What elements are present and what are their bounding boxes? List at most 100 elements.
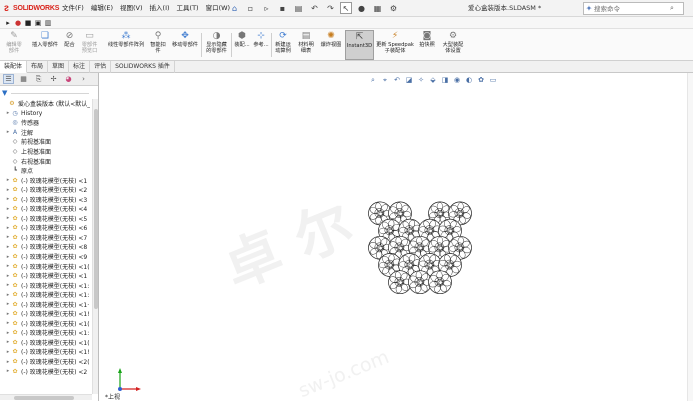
tab-assembly[interactable]: 装配体: [0, 61, 28, 73]
tree-item[interactable]: ▸ ✿ (-) 玫瑰花模型(无枝) <8: [0, 242, 92, 252]
tree-item[interactable]: ▸ ◷ History: [0, 109, 92, 119]
speedpak-button[interactable]: ⚡ 更新 Speedpak 子装配体: [376, 30, 414, 60]
scrollbar-thumb[interactable]: [94, 109, 98, 309]
file-properties-icon[interactable]: ▦: [371, 2, 384, 14]
tab-evaluate[interactable]: 评估: [90, 61, 112, 73]
move-component-button[interactable]: ✥ 移动零部件: [170, 30, 200, 60]
tree-filter[interactable]: ▼: [2, 88, 97, 98]
print-icon[interactable]: ▤: [292, 2, 305, 14]
play-icon[interactable]: ▸: [3, 18, 13, 28]
tree-item[interactable]: ◇ 上视基准面: [0, 147, 92, 157]
tree-item[interactable]: ◇ 前视基准面: [0, 137, 92, 147]
solidworks-logo[interactable]: ᴤ SOLIDWORKS: [4, 3, 59, 14]
tree-item[interactable]: ◎ 传感器: [0, 118, 92, 128]
configuration-manager-tab-icon[interactable]: ⎘: [33, 74, 44, 84]
exploded-view-button[interactable]: ✺ 爆炸视图: [318, 30, 344, 60]
menu-edit[interactable]: 编辑(E): [91, 3, 113, 14]
record-icon[interactable]: ●: [13, 18, 23, 28]
tree-item[interactable]: ▸ ✿ (-) 玫瑰花模型(无枝) <6: [0, 223, 92, 233]
menu-window[interactable]: 窗口(W): [206, 3, 231, 14]
tree-item[interactable]: ┗ 原点: [0, 166, 92, 176]
open-document-icon[interactable]: ▹: [260, 2, 273, 14]
rose-heart-assembly[interactable]: [100, 73, 693, 401]
tree-item-label: 上视基准面: [21, 149, 52, 156]
new-macro-icon[interactable]: ▥: [43, 18, 53, 28]
tree-item[interactable]: ▸ ✿ (-) 玫瑰花模型(无枝) <1·: [0, 299, 92, 309]
dimxpert-tab-icon[interactable]: ✢: [48, 74, 59, 84]
assembly-features-button[interactable]: ⬢ 装配...: [233, 30, 251, 60]
ribbon-separator: [201, 33, 202, 57]
linear-pattern-icon: ⁂: [121, 31, 131, 41]
insert-component-button[interactable]: ❏ 插入零部件: [28, 30, 62, 60]
menu-file[interactable]: 文件(F): [62, 3, 84, 14]
tab-sketch[interactable]: 草图: [48, 61, 70, 73]
tree-item[interactable]: ▸ ✿ (-) 玫瑰花模型(无枝) <3: [0, 194, 92, 204]
tree-item[interactable]: ▸ ✿ (-) 玫瑰花模型(无枝) <1:: [0, 290, 92, 300]
tree-item[interactable]: ▸ ✿ (-) 玫瑰花模型(无枝) <4: [0, 204, 92, 214]
tree-item[interactable]: ▸ ✿ (-) 玫瑰花模型(无枝) <1!: [0, 347, 92, 357]
edit-component-button[interactable]: ✎ 编辑零 部件: [3, 30, 25, 60]
rose-component[interactable]: [388, 270, 412, 295]
feature-tree-tab-icon[interactable]: ☰: [3, 74, 14, 84]
rebuild-icon[interactable]: ●: [355, 2, 368, 14]
tree-item[interactable]: ▸ ✿ (-) 玫瑰花模型(无枝) <1(: [0, 338, 92, 348]
menu-tools[interactable]: 工具(T): [177, 3, 199, 14]
bom-button[interactable]: ▤ 材料明 细表: [296, 30, 316, 60]
search-icon[interactable]: ⌕: [670, 4, 674, 13]
tree-item[interactable]: ▸ ✿ (-) 玫瑰花模型(无枝) <1:: [0, 280, 92, 290]
rose-component[interactable]: [408, 270, 432, 295]
reference-geometry-button[interactable]: ⊹ 参考...: [252, 30, 270, 60]
menu-view[interactable]: 视图(V): [120, 3, 143, 14]
show-hidden-button[interactable]: ◑ 显示隐藏 的零部件: [203, 30, 230, 60]
tree-item[interactable]: ▸ ✿ (-) 玫瑰花模型(无枝) <1!: [0, 309, 92, 319]
tree-item[interactable]: ▸ ✿ (-) 玫瑰花模型(无枝) <1(: [0, 319, 92, 329]
scrollbar-thumb[interactable]: [14, 396, 74, 400]
tab-addins[interactable]: SOLIDWORKS 插件: [111, 61, 175, 73]
redo-icon[interactable]: ↷: [324, 2, 337, 14]
new-motion-study-button[interactable]: ⟳ 新建运 动算例: [273, 30, 293, 60]
tree-item[interactable]: ▸ ✿ (-) 玫瑰花模型(无枝) <1: [0, 175, 92, 185]
speedpak-icon: ⚡: [391, 31, 399, 41]
tree-root-assembly[interactable]: ⚙ 爱心盒装版本 (默认<默认_: [0, 99, 92, 109]
search-input[interactable]: [594, 3, 670, 14]
tree-item[interactable]: ▸ ✿ (-) 玫瑰花模型(无枝) <9: [0, 252, 92, 262]
display-manager-tab-icon[interactable]: ◕: [63, 74, 74, 84]
new-document-icon[interactable]: ▫: [244, 2, 257, 14]
tree-item[interactable]: ▸ ✿ (-) 玫瑰花模型(无枝) <1(: [0, 261, 92, 271]
tree-item[interactable]: ▸ ✿ (-) 玫瑰花模型(无枝) <2: [0, 185, 92, 195]
snapshot-button[interactable]: ◙ 拍快照: [417, 30, 437, 60]
tree-item[interactable]: ▸ ✿ (-) 玫瑰花模型(无枝) <1:: [0, 328, 92, 338]
property-manager-tab-icon[interactable]: ▦: [18, 74, 29, 84]
tree-item[interactable]: ▸ ✿ (-) 玫瑰花模型(无枝) <7: [0, 233, 92, 243]
options-icon[interactable]: ⚙: [387, 2, 400, 14]
edit-macro-icon[interactable]: ▣: [33, 18, 43, 28]
menu-insert[interactable]: 插入(I): [150, 3, 170, 14]
tab-markup[interactable]: 标注: [69, 61, 91, 73]
tree-item[interactable]: ▸ ✿ (-) 玫瑰花模型(无枝) <2: [0, 366, 92, 376]
panel-more-icon[interactable]: ›: [78, 74, 89, 84]
linear-pattern-button[interactable]: ⁂ 线性零部件阵列: [106, 30, 146, 60]
component-preview-button[interactable]: ▭ 零部件 预览口: [78, 30, 101, 60]
save-icon[interactable]: ▪: [276, 2, 289, 14]
tree-item[interactable]: ▸ ✿ (-) 玫瑰花模型(无枝) <5: [0, 214, 92, 224]
select-icon[interactable]: ↖: [340, 2, 352, 14]
mate-button[interactable]: ⊘ 配合: [63, 30, 76, 60]
instant3d-button[interactable]: ⇱ Instant3D: [345, 30, 374, 60]
tab-layout[interactable]: 布局: [27, 61, 49, 73]
undo-icon[interactable]: ↶: [308, 2, 321, 14]
graphics-area[interactable]: 卓尔 sw-jo.com ⌕ ⌖ ↶ ◪ ✧ ⬙ ◨ ◉ ◐ ✿ ▭ *上视: [100, 73, 693, 401]
tree-item[interactable]: ▸ ✿ (-) 玫瑰花模型(无枝) <2(: [0, 357, 92, 367]
smart-fasteners-button[interactable]: ⚲ 智能扣 件: [148, 30, 168, 60]
tree-item[interactable]: ◇ 右视基准面: [0, 156, 92, 166]
stop-icon[interactable]: ■: [23, 18, 33, 28]
tree-horizontal-scrollbar[interactable]: [0, 394, 92, 400]
title-bar: ᴤ SOLIDWORKS 文件(F) 编辑(E) 视图(V) 插入(I) 工具(…: [0, 0, 693, 17]
tree-item-label: 前视基准面: [21, 139, 52, 147]
tree-item[interactable]: ▸ ✿ (-) 玫瑰花模型(无枝) <1: [0, 271, 92, 281]
tree-vertical-scrollbar[interactable]: [92, 99, 98, 394]
home-icon[interactable]: ⌂: [228, 2, 241, 14]
tree-item[interactable]: ▸ A 注解: [0, 128, 92, 138]
plane-icon: ◇: [12, 148, 18, 155]
large-assembly-button[interactable]: ⚙ 大型装配 体设置: [440, 30, 466, 60]
rose-component[interactable]: [428, 270, 452, 295]
